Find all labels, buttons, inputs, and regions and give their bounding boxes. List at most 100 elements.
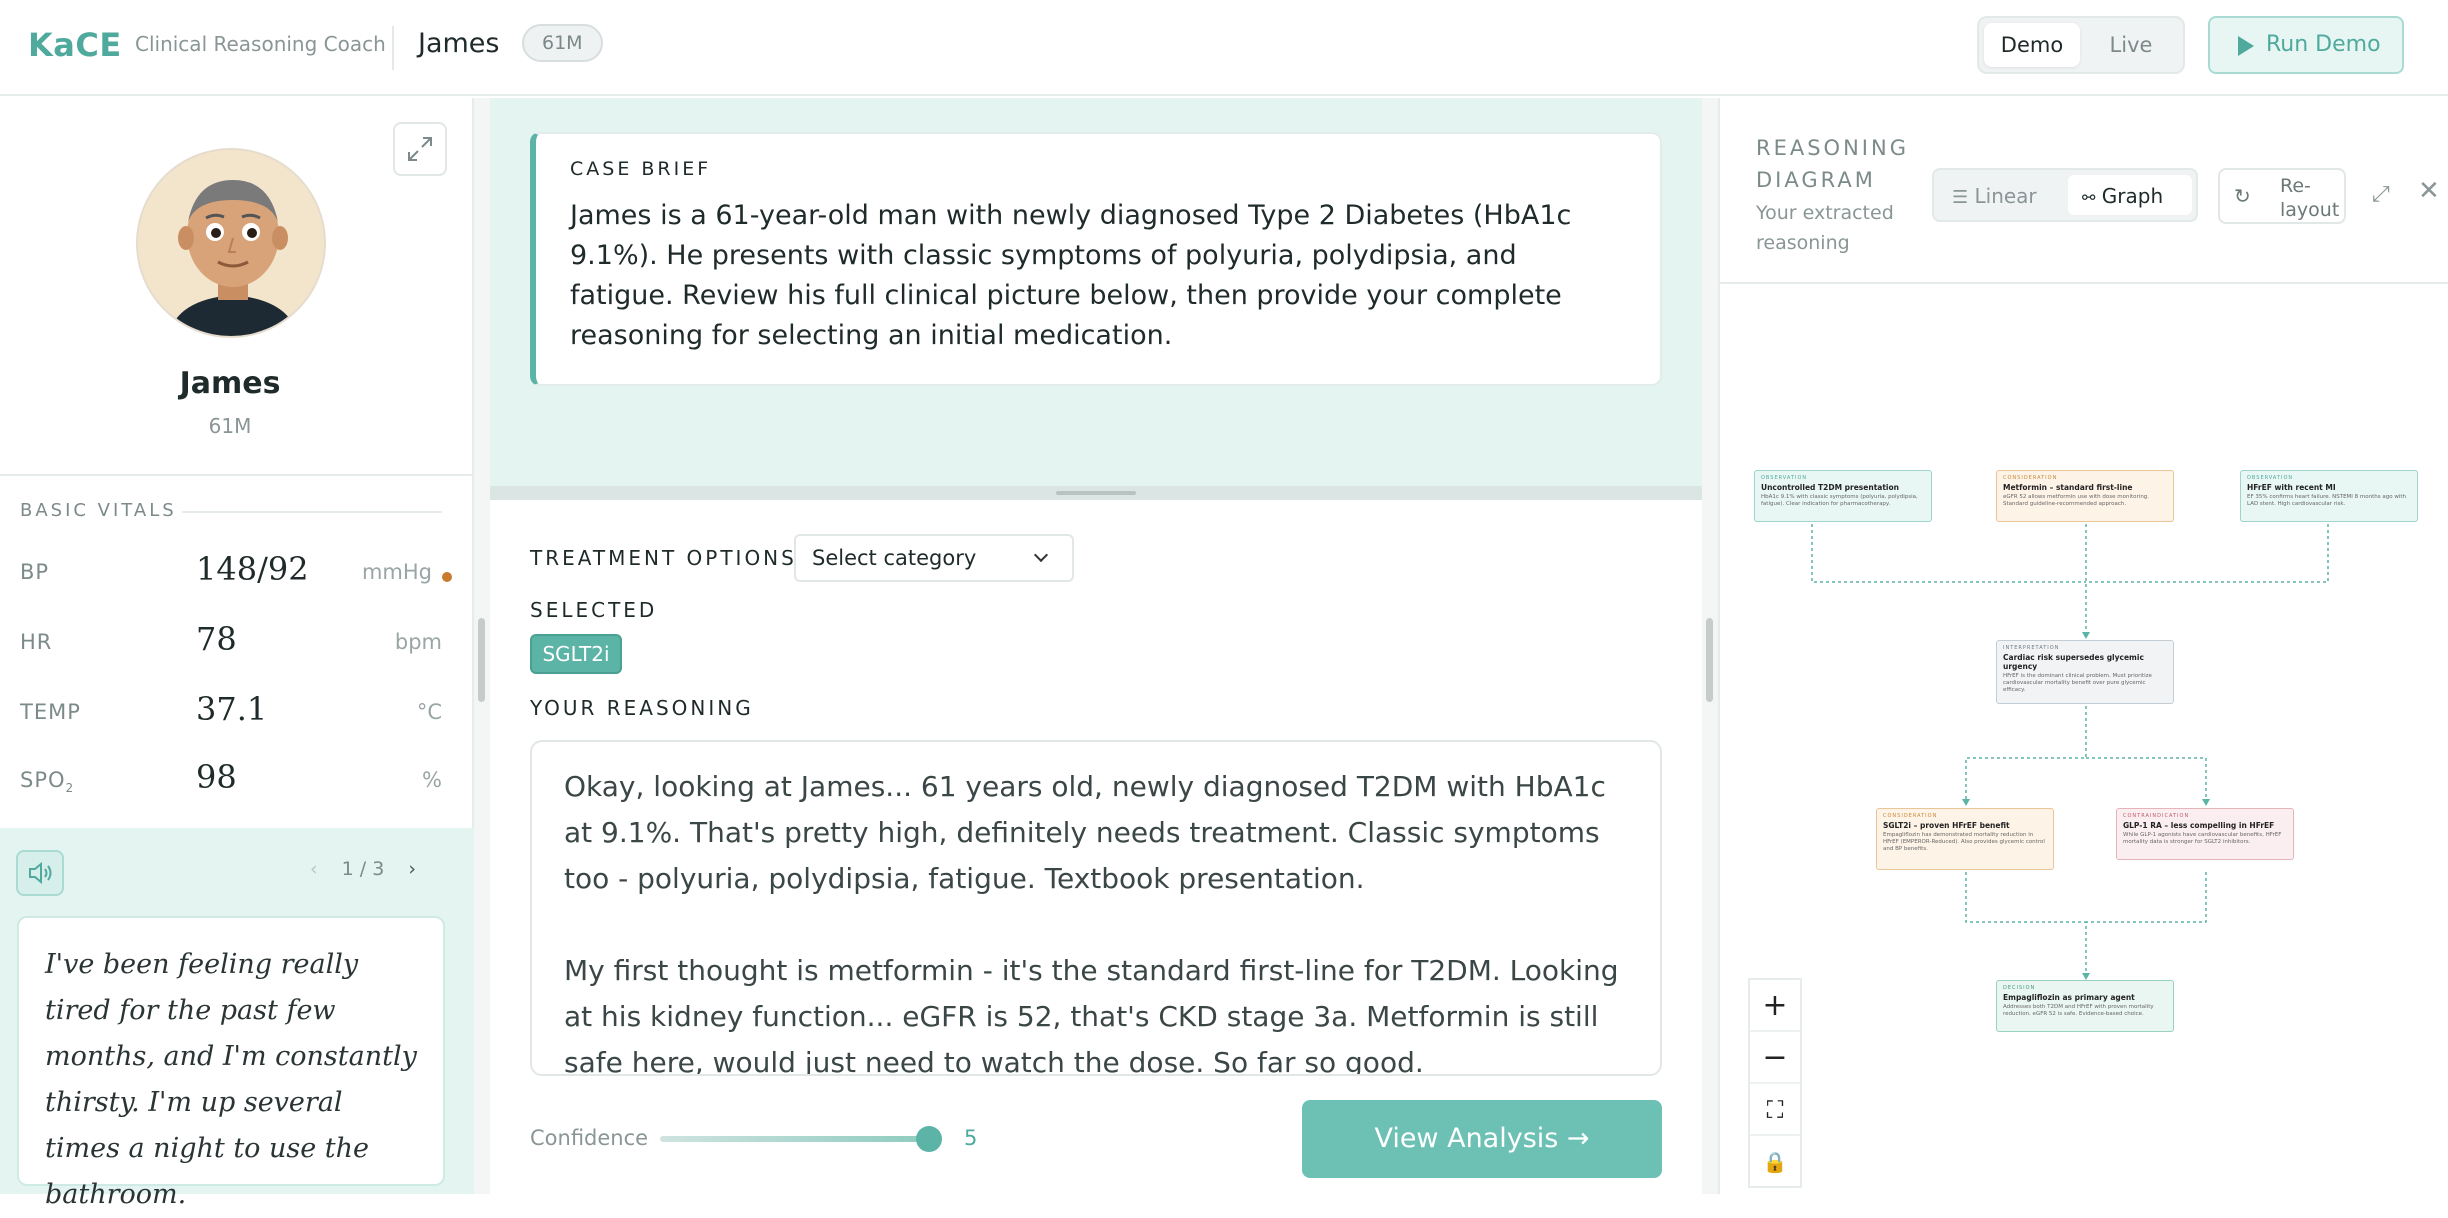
node-kind: OBSERVATION [1761, 475, 1808, 481]
splitter-grip[interactable] [1056, 491, 1136, 495]
quote-pager: ‹ 1 / 3 › [310, 858, 460, 880]
patient-badge: 61M [522, 24, 603, 62]
category-select[interactable]: Select category [794, 534, 1074, 582]
patient-quote: I've been feeling really tired for the p… [17, 916, 445, 1210]
node-kind: DECISION [2003, 985, 2036, 991]
vital-unit: mmHg [361, 560, 432, 584]
confidence-value: 5 [964, 1126, 978, 1150]
abnormal-indicator-dot [442, 572, 452, 582]
case-brief-title: CASE BRIEF [570, 158, 712, 180]
zoom-out-button[interactable]: − [1750, 1032, 1800, 1084]
resize-grip[interactable] [1706, 618, 1713, 702]
page-indicator: 1 / 3 [341, 858, 385, 880]
run-demo-button[interactable]: Run Demo [2208, 16, 2404, 74]
vital-label: SPO2 [20, 768, 75, 796]
app-subtitle: Clinical Reasoning Coach [135, 32, 386, 56]
vital-row-spo2: SPO2 98 % [0, 756, 474, 806]
node-body: EF 35% confirms heart failure. NSTEMI 8 … [2247, 494, 2407, 507]
patient-quote-area: ‹ 1 / 3 › I've been feeling really tired… [0, 828, 474, 1210]
category-select-value: Select category [812, 546, 977, 570]
diagram-node-observation[interactable]: OBSERVATION Uncontrolled T2DM presentati… [1754, 470, 1932, 522]
diagram-node-observation[interactable]: OBSERVATION HFrEF with recent MI EF 35% … [2240, 470, 2418, 522]
lock-button[interactable]: 🔒 [1750, 1136, 1800, 1188]
vital-value: 148/92 [196, 550, 309, 588]
patient-avatar [136, 148, 326, 338]
vital-unit: bpm [394, 630, 442, 654]
resize-handle-left[interactable] [474, 98, 490, 1194]
node-title: Uncontrolled T2DM presentation [1761, 483, 1899, 492]
reasoning-textarea[interactable]: Okay, looking at James... 61 years old, … [530, 740, 1662, 1076]
vital-row-bp: BP 148/92 mmHg [0, 548, 474, 598]
node-body: HFrEF is the dominant clinical problem. … [2003, 673, 2152, 693]
app-logo[interactable]: KaCE [28, 26, 122, 64]
patient-name: James [179, 366, 281, 401]
resize-grip[interactable] [478, 618, 485, 702]
header-patient-name: James [418, 28, 500, 59]
chevron-down-icon [1033, 547, 1049, 563]
node-body: While GLP-1 agonists have cardiovascular… [2123, 832, 2282, 845]
node-title: GLP-1 RA – less compelling in HFrEF [2123, 821, 2275, 830]
divider [0, 474, 474, 476]
top-bar: KaCE Clinical Reasoning Coach James 61M … [0, 0, 2448, 96]
vital-unit: °C [416, 700, 442, 724]
vital-label: TEMP [20, 700, 81, 724]
your-reasoning-label: YOUR REASONING [530, 696, 754, 720]
node-body: Empagliflozin has demonstrated mortality… [1883, 832, 2045, 852]
diagram-node-interpretation[interactable]: INTERPRETATION Cardiac risk supersedes g… [1996, 640, 2174, 704]
vital-unit: % [422, 768, 442, 792]
treatment-panel: TREATMENT OPTIONS Select category SELECT… [490, 500, 1702, 1194]
case-brief-text: James is a 61-year-old man with newly di… [570, 200, 1572, 351]
node-title: SGLT2i – proven HFrEF benefit [1883, 821, 2010, 830]
chevron-right-icon[interactable]: › [408, 858, 416, 880]
confidence-label: Confidence [530, 1126, 649, 1150]
node-title: Metformin – standard first-line [2003, 483, 2133, 492]
selected-label: SELECTED [530, 598, 658, 622]
panel-splitter[interactable] [490, 486, 1702, 500]
diagram-node-decision[interactable]: DECISION Empagliflozin as primary agent … [1996, 980, 2174, 1032]
node-kind: CONSIDERATION [1883, 813, 1938, 819]
node-body: eGFR 52 allows metformin use with dose m… [2003, 494, 2150, 507]
patient-age-sex: 61M [208, 414, 252, 438]
vital-value: 98 [196, 758, 237, 796]
resize-handle-right[interactable] [1702, 98, 1718, 1194]
vital-row-hr: HR 78 bpm [0, 618, 474, 668]
case-brief: CASE BRIEF James is a 61-year-old man wi… [530, 132, 1662, 386]
node-kind: CONSIDERATION [2003, 475, 2058, 481]
node-title: Cardiac risk supersedes glycemic urgency [2003, 653, 2144, 671]
treatment-options-label: TREATMENT OPTIONS [530, 546, 797, 570]
expand-icon [408, 137, 432, 161]
zoom-in-button[interactable]: + [1750, 980, 1800, 1032]
diagram-node-contraindication[interactable]: CONTRAINDICATION GLP-1 RA – less compell… [2116, 808, 2294, 860]
vitals-title-rule [182, 511, 442, 513]
node-body: Addresses both T2DM and HFrEF with prove… [2003, 1004, 2154, 1017]
chevron-left-icon[interactable]: ‹ [310, 858, 318, 880]
node-kind: CONTRAINDICATION [2123, 813, 2190, 819]
view-analysis-button[interactable]: View Analysis → [1302, 1100, 1662, 1178]
node-kind: OBSERVATION [2247, 475, 2294, 481]
vital-value: 37.1 [196, 690, 268, 728]
node-kind: INTERPRETATION [2003, 645, 2060, 651]
confidence-slider-handle[interactable] [916, 1126, 942, 1152]
header-divider [392, 26, 394, 70]
node-title: Empagliflozin as primary agent [2003, 993, 2135, 1002]
vital-label: HR [20, 630, 53, 654]
selected-chip-sglt2i[interactable]: SGLT2i [530, 634, 622, 674]
vital-label: BP [20, 560, 50, 584]
expand-patient-button[interactable] [393, 122, 447, 176]
confidence-slider-track[interactable] [660, 1136, 936, 1142]
vitals-title: BASIC VITALS [20, 500, 177, 521]
mode-demo-option[interactable]: Demo [1984, 23, 2080, 67]
mode-toggle: Demo Live [1977, 16, 2185, 74]
speaker-button[interactable] [16, 850, 64, 896]
speaker-icon [29, 861, 52, 885]
fit-view-button[interactable]: ⛶ [1750, 1084, 1800, 1136]
diagram-node-consideration[interactable]: CONSIDERATION SGLT2i – proven HFrEF bene… [1876, 808, 2054, 870]
run-demo-label: Run Demo [2266, 32, 2381, 57]
vital-row-temp: TEMP 37.1 °C [0, 688, 474, 738]
mode-live-option[interactable]: Live [2083, 23, 2179, 67]
node-body: HbA1c 9.1% with classic symptoms (polyur… [1761, 494, 1918, 507]
diagram-node-consideration[interactable]: CONSIDERATION Metformin – standard first… [1996, 470, 2174, 522]
play-icon [2238, 36, 2254, 56]
node-title: HFrEF with recent MI [2247, 483, 2336, 492]
zoom-controls: + − ⛶ 🔒 [1748, 978, 1802, 1188]
